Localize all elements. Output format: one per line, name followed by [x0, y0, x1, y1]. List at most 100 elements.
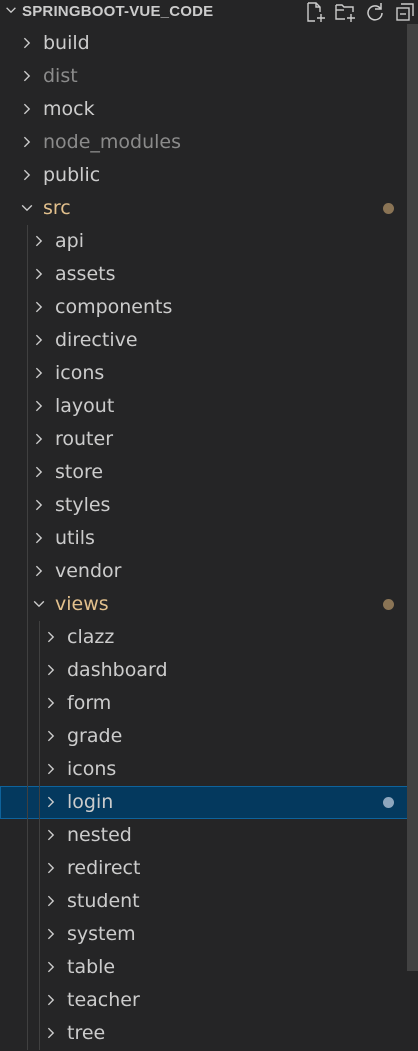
chevron-down-icon[interactable] — [4, 3, 18, 17]
tree-item-src[interactable]: src — [0, 192, 418, 225]
chevron-right-icon[interactable] — [32, 234, 46, 248]
chevron-right-icon[interactable] — [44, 630, 58, 644]
tree-item-form[interactable]: form — [0, 687, 418, 720]
tree-item-label: assets — [55, 263, 116, 285]
chevron-down-icon[interactable] — [20, 201, 34, 215]
tree-item-label: styles — [55, 494, 111, 516]
tree-item-node-modules[interactable]: node_modules — [0, 126, 418, 159]
chevron-right-icon[interactable] — [44, 861, 58, 875]
modified-indicator — [383, 203, 394, 214]
tree-item-views[interactable]: views — [0, 588, 418, 621]
tree-item-icons[interactable]: icons — [0, 357, 418, 390]
tree-item-label: table — [67, 956, 116, 978]
tree-item-label: form — [67, 692, 112, 714]
tree-item-label: layout — [55, 395, 115, 417]
tree-item-components[interactable]: components — [0, 291, 418, 324]
chevron-right-icon[interactable] — [32, 333, 46, 347]
new-folder-button[interactable] — [334, 1, 356, 23]
tree-item-teacher[interactable]: teacher — [0, 984, 418, 1017]
chevron-right-icon[interactable] — [20, 69, 34, 83]
tree-item-assets[interactable]: assets — [0, 258, 418, 291]
chevron-right-icon[interactable] — [44, 729, 58, 743]
tree-item-system[interactable]: system — [0, 918, 418, 951]
chevron-right-icon[interactable] — [44, 663, 58, 677]
tree-item-styles[interactable]: styles — [0, 489, 418, 522]
tree-item-public[interactable]: public — [0, 159, 418, 192]
tree-item-router[interactable]: router — [0, 423, 418, 456]
tree-item-nested[interactable]: nested — [0, 819, 418, 852]
collapse-all-button[interactable] — [394, 1, 416, 23]
chevron-right-icon[interactable] — [44, 927, 58, 941]
chevron-right-icon[interactable] — [32, 465, 46, 479]
tree-item-layout[interactable]: layout — [0, 390, 418, 423]
tree-item-label: utils — [55, 527, 95, 549]
refresh-icon — [367, 3, 383, 21]
indent-guide — [39, 621, 40, 1050]
tree-item-label: views — [55, 593, 109, 615]
chevron-right-icon[interactable] — [44, 894, 58, 908]
explorer-title: SPRINGBOOT-VUE_CODE — [22, 3, 214, 20]
tree-item-mock[interactable]: mock — [0, 93, 418, 126]
chevron-right-icon[interactable] — [44, 696, 58, 710]
chevron-right-icon[interactable] — [44, 828, 58, 842]
chevron-right-icon[interactable] — [44, 1026, 58, 1040]
tree-item-directive[interactable]: directive — [0, 324, 418, 357]
tree-item-clazz[interactable]: clazz — [0, 621, 418, 654]
chevron-right-icon[interactable] — [32, 399, 46, 413]
chevron-right-icon[interactable] — [20, 36, 34, 50]
explorer-header[interactable]: SPRINGBOOT-VUE_CODE — [0, 0, 418, 24]
chevron-right-icon[interactable] — [44, 960, 58, 974]
tree-item-login[interactable]: login — [0, 786, 418, 819]
tree-item-label: public — [43, 164, 101, 186]
tree-item-api[interactable]: api — [0, 225, 418, 258]
file-tree: build dist mock node_modulespublic src api ass… — [0, 27, 418, 1050]
indent-guide — [27, 225, 28, 1050]
tree-item-build[interactable]: build — [0, 27, 418, 60]
chevron-right-icon[interactable] — [32, 564, 46, 578]
tree-item-label: clazz — [67, 626, 115, 648]
tree-item-label: redirect — [67, 857, 141, 879]
tree-item-label: node_modules — [43, 131, 182, 153]
chevron-down-icon[interactable] — [32, 597, 46, 611]
tree-item-label: tree — [67, 1022, 106, 1044]
tree-item-store[interactable]: store — [0, 456, 418, 489]
tree-item-label: system — [67, 923, 136, 945]
chevron-right-icon[interactable] — [44, 762, 58, 776]
tree-item-label: dashboard — [67, 659, 168, 681]
tree-item-student[interactable]: student — [0, 885, 418, 918]
chevron-right-icon[interactable] — [32, 366, 46, 380]
chevron-right-icon[interactable] — [20, 168, 34, 182]
modified-indicator — [383, 599, 394, 610]
chevron-right-icon[interactable] — [32, 531, 46, 545]
new-file-icon — [307, 2, 325, 22]
tree-item-label: vendor — [55, 560, 122, 582]
tree-item-label: components — [55, 296, 173, 318]
chevron-right-icon[interactable] — [32, 300, 46, 314]
refresh-button[interactable] — [364, 1, 386, 23]
new-folder-icon — [335, 4, 355, 22]
chevron-right-icon[interactable] — [32, 267, 46, 281]
tree-item-icons[interactable]: icons — [0, 753, 418, 786]
chevron-right-icon[interactable] — [32, 432, 46, 446]
chevron-right-icon[interactable] — [20, 135, 34, 149]
tree-item-dashboard[interactable]: dashboard — [0, 654, 418, 687]
tree-item-grade[interactable]: grade — [0, 720, 418, 753]
tree-item-utils[interactable]: utils — [0, 522, 418, 555]
tree-item-label: directive — [55, 329, 138, 351]
chevron-right-icon[interactable] — [44, 993, 58, 1007]
tree-item-table[interactable]: table — [0, 951, 418, 984]
chevron-right-icon[interactable] — [32, 498, 46, 512]
chevron-right-icon[interactable] — [44, 795, 58, 809]
scrollbar-thumb[interactable] — [407, 24, 418, 971]
tree-item-redirect[interactable]: redirect — [0, 852, 418, 885]
tree-item-label: router — [55, 428, 114, 450]
tree-item-label: dist — [43, 65, 78, 87]
tree-item-label: nested — [67, 824, 132, 846]
new-file-button[interactable] — [304, 1, 326, 23]
tree-item-tree[interactable]: tree — [0, 1017, 418, 1050]
tree-item-label: api — [55, 230, 84, 252]
tree-item-label: login — [67, 791, 114, 813]
chevron-right-icon[interactable] — [20, 102, 34, 116]
tree-item-dist[interactable]: dist — [0, 60, 418, 93]
tree-item-vendor[interactable]: vendor — [0, 555, 418, 588]
